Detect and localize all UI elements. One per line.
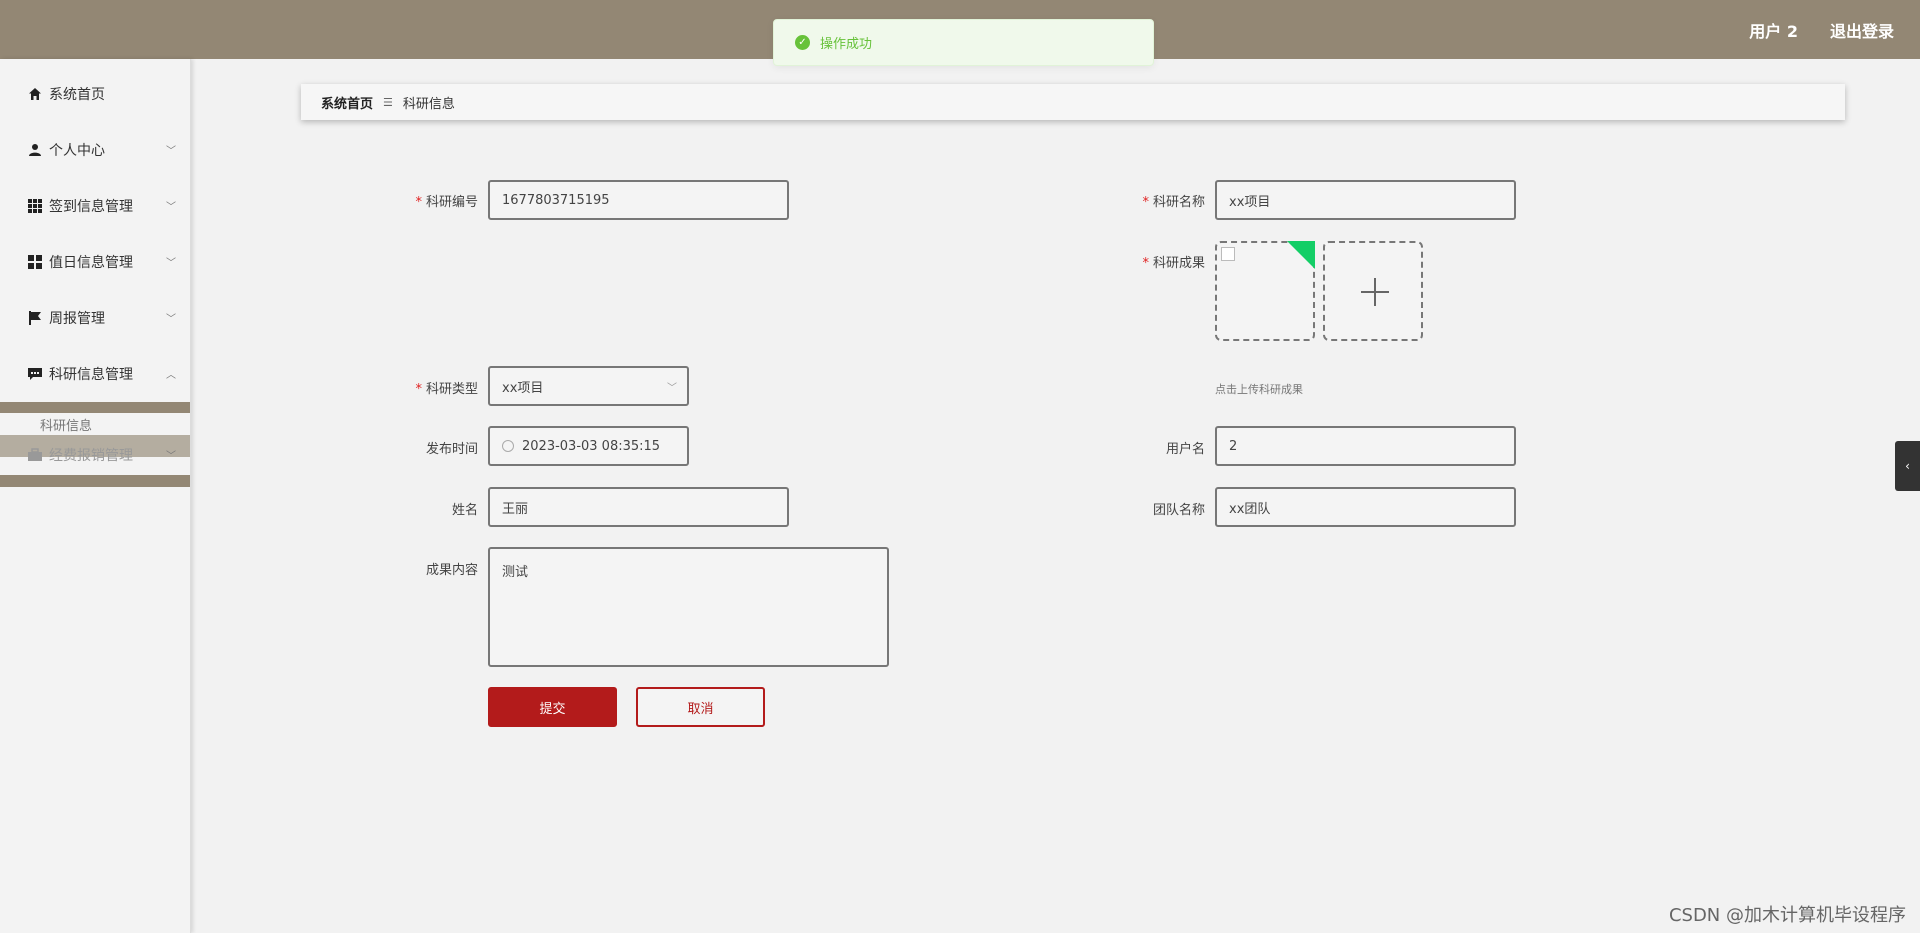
flag-icon bbox=[27, 310, 43, 326]
sidebar: 系统首页 个人中心 ﹀ 签到信息管理 ﹀ 值日信息管理 ﹀ 周报管理 ﹀ 科研信… bbox=[0, 59, 191, 933]
username-label: 用户名 bbox=[1165, 442, 1205, 457]
breadcrumb: 系统首页 ☰ 科研信息 bbox=[301, 84, 1845, 120]
sidebar-item-research[interactable]: 科研信息管理 ︿ bbox=[0, 346, 190, 402]
upload-success-badge bbox=[1287, 241, 1315, 269]
panel-toggle-chevron-left-icon[interactable]: ‹ bbox=[1895, 441, 1920, 491]
breadcrumb-home[interactable]: 系统首页 bbox=[321, 93, 373, 112]
submenu-band-top bbox=[0, 402, 190, 413]
upload-add-button[interactable] bbox=[1323, 241, 1423, 341]
sidebar-item-personal-center[interactable]: 个人中心 ﹀ bbox=[0, 122, 190, 178]
home-icon bbox=[27, 86, 43, 102]
team-name-label: 团队名称 bbox=[1152, 503, 1205, 518]
sidebar-item-label: 值日信息管理 bbox=[49, 255, 133, 271]
name-input[interactable]: 王丽 bbox=[488, 487, 789, 527]
submenu-band-bottom bbox=[0, 475, 190, 487]
publish-time-picker[interactable]: 2023-03-03 08:35:15 bbox=[488, 426, 689, 466]
watermark: CSDN @加木计算机毕设程序 bbox=[1668, 905, 1906, 926]
sidebar-item-label: 经费报销管理 bbox=[49, 448, 133, 464]
research-type-label: * 科研类型 bbox=[415, 382, 478, 397]
required-mark: * bbox=[1142, 256, 1149, 271]
check-circle-icon: ✓ bbox=[795, 35, 810, 50]
cancel-button[interactable]: 取消 bbox=[636, 687, 765, 727]
research-no-input[interactable]: 1677803715195 bbox=[488, 180, 789, 220]
sidebar-item-duty[interactable]: 值日信息管理 ﹀ bbox=[0, 234, 190, 290]
required-mark: * bbox=[415, 195, 422, 210]
sidebar-item-expense[interactable]: 经费报销管理 ﹀ bbox=[0, 435, 190, 475]
logout-button[interactable]: 退出登录 bbox=[1830, 18, 1894, 42]
uploaded-image-thumbnail[interactable] bbox=[1215, 241, 1315, 341]
content-textarea[interactable]: 测试 bbox=[488, 547, 889, 667]
apps-icon bbox=[27, 254, 43, 270]
chevron-down-icon: ﹀ bbox=[166, 202, 176, 213]
broken-image-icon bbox=[1221, 247, 1235, 261]
content-label: 成果内容 bbox=[425, 563, 478, 578]
sidebar-subitem-research-info[interactable]: 科研信息 bbox=[0, 413, 190, 435]
name-label: 姓名 bbox=[451, 503, 478, 518]
sidebar-subitem-label: 科研信息 bbox=[40, 418, 93, 434]
breadcrumb-current: 科研信息 bbox=[402, 96, 455, 112]
sidebar-item-weekly[interactable]: 周报管理 ﹀ bbox=[0, 290, 190, 346]
research-type-select[interactable]: xx项目 ﹀ bbox=[488, 366, 689, 406]
chevron-up-icon: ︿ bbox=[166, 370, 176, 381]
chevron-down-icon: ﹀ bbox=[667, 383, 677, 394]
sidebar-item-label: 周报管理 bbox=[49, 311, 105, 327]
current-user: 用户 2 bbox=[1749, 22, 1798, 41]
research-result-label: * 科研成果 bbox=[1142, 256, 1205, 271]
message-icon bbox=[27, 366, 43, 382]
team-name-input[interactable]: xx团队 bbox=[1215, 487, 1516, 527]
research-name-label: * 科研名称 bbox=[1142, 195, 1205, 210]
chevron-down-icon: ﹀ bbox=[166, 146, 176, 157]
sidebar-item-label: 系统首页 bbox=[49, 87, 105, 103]
chevron-down-icon: ﹀ bbox=[166, 258, 176, 269]
grid-icon bbox=[27, 198, 43, 214]
upload-hint: 点击上传科研成果 bbox=[1215, 383, 1303, 396]
submit-button[interactable]: 提交 bbox=[488, 687, 617, 727]
clock-icon bbox=[502, 440, 514, 452]
sidebar-item-label: 个人中心 bbox=[49, 143, 105, 159]
chevron-down-icon: ﹀ bbox=[166, 451, 176, 462]
publish-time-label: 发布时间 bbox=[425, 442, 478, 457]
success-toast: ✓ 操作成功 bbox=[773, 19, 1154, 66]
sidebar-item-checkin[interactable]: 签到信息管理 ﹀ bbox=[0, 178, 190, 234]
research-name-input[interactable]: xx项目 bbox=[1215, 180, 1516, 220]
briefcase-icon bbox=[27, 447, 43, 463]
sidebar-item-home[interactable]: 系统首页 bbox=[0, 66, 190, 122]
toast-message: 操作成功 bbox=[820, 37, 873, 52]
username-input[interactable]: 2 bbox=[1215, 426, 1516, 466]
required-mark: * bbox=[1142, 195, 1149, 210]
user-icon bbox=[27, 142, 43, 158]
breadcrumb-separator-icon: ☰ bbox=[383, 95, 393, 109]
required-mark: * bbox=[415, 382, 422, 397]
sidebar-item-label: 签到信息管理 bbox=[49, 199, 133, 215]
research-no-label: * 科研编号 bbox=[415, 195, 478, 210]
chevron-down-icon: ﹀ bbox=[166, 314, 176, 325]
sidebar-item-label: 科研信息管理 bbox=[49, 367, 133, 383]
